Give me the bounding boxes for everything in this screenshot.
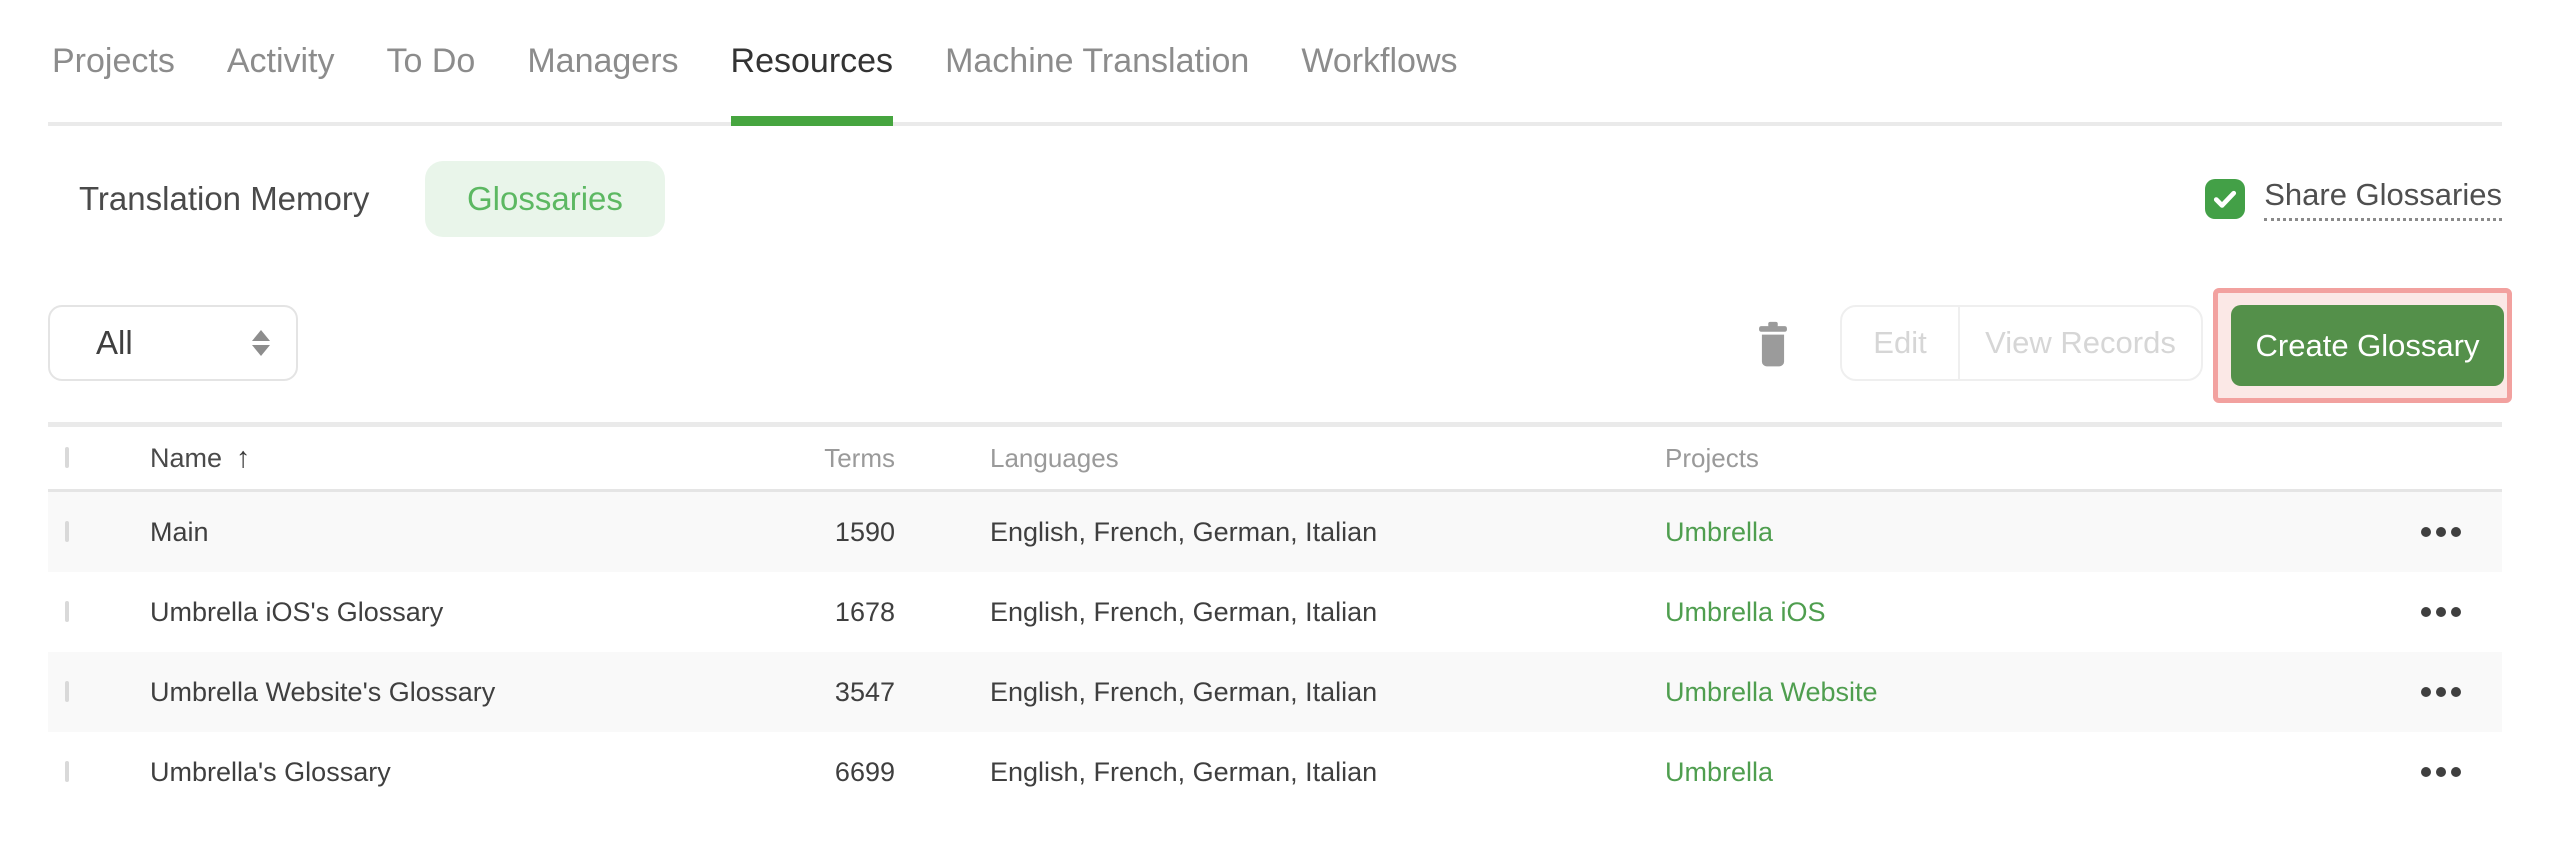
glossary-terms-count: 1590 — [834, 516, 895, 547]
glossary-actions-group: Edit View Records — [1840, 305, 2203, 381]
select-sorter-icon — [252, 330, 270, 356]
row-actions-ellipsis-icon[interactable] — [2417, 677, 2465, 707]
delete-glossary-button[interactable] — [1753, 320, 1793, 368]
glossary-name: Umbrella Website's Glossary — [150, 676, 496, 707]
share-glossaries-label: Share Glossaries — [2264, 177, 2502, 221]
create-glossary-highlight-annotation: Create Glossary — [2213, 288, 2512, 403]
glossary-name: Umbrella iOS's Glossary — [150, 596, 444, 627]
tab-machine-translation-label: Machine Translation — [945, 41, 1250, 80]
tab-resources-label: Resources — [730, 41, 894, 80]
active-tab-underline — [730, 116, 894, 126]
subtab-glossaries[interactable]: Glossaries — [425, 161, 665, 237]
row-actions-ellipsis-icon[interactable] — [2417, 597, 2465, 627]
column-header-languages[interactable]: Languages — [895, 443, 1665, 474]
project-link[interactable]: Umbrella iOS — [1665, 597, 1826, 627]
tab-todo-label: To Do — [386, 41, 476, 80]
table-header-row: Name ↑ Terms Languages Projects — [48, 427, 2502, 492]
share-glossaries-toggle[interactable]: Share Glossaries — [2205, 161, 2502, 237]
glossary-name: Main — [150, 516, 209, 547]
glossary-languages: English, French, German, Italian — [990, 676, 1378, 707]
glossary-languages: English, French, German, Italian — [990, 756, 1378, 787]
row-checkbox[interactable] — [65, 601, 69, 622]
column-header-name[interactable]: Name ↑ — [140, 442, 700, 475]
row-checkbox[interactable] — [65, 761, 69, 782]
row-checkbox[interactable] — [65, 681, 69, 702]
row-checkbox[interactable] — [65, 521, 69, 542]
tab-machine-translation[interactable]: Machine Translation — [945, 0, 1249, 122]
select-all-checkbox[interactable] — [65, 447, 69, 468]
tab-managers-label: Managers — [527, 41, 679, 80]
tab-workflows[interactable]: Workflows — [1301, 0, 1457, 122]
share-glossaries-checkbox[interactable] — [2205, 179, 2246, 219]
resources-subtabs: Translation Memory Glossaries Share Glos… — [48, 161, 2502, 237]
subtab-translation-memory[interactable]: Translation Memory — [79, 161, 369, 237]
glossaries-toolbar: All Edit View Records Create Glossary — [48, 288, 2512, 403]
tab-activity[interactable]: Activity — [227, 0, 335, 122]
table-row: Umbrella Website's Glossary 3547 English… — [48, 652, 2502, 732]
trash-icon — [1759, 321, 1787, 367]
glossary-languages: English, French, German, Italian — [990, 596, 1378, 627]
column-header-terms[interactable]: Terms — [700, 443, 895, 474]
checkmark-icon — [2214, 190, 2237, 208]
glossary-terms-count: 6699 — [834, 756, 895, 787]
glossary-terms-count: 1678 — [834, 596, 895, 627]
glossary-filter-value: All — [96, 324, 133, 361]
table-row: Main 1590 English, French, German, Itali… — [48, 492, 2502, 572]
create-glossary-button[interactable]: Create Glossary — [2231, 305, 2504, 386]
table-row: Umbrella iOS's Glossary 1678 English, Fr… — [48, 572, 2502, 652]
glossaries-table: Name ↑ Terms Languages Projects Main 159… — [48, 422, 2502, 812]
tab-activity-label: Activity — [226, 41, 335, 80]
row-actions-ellipsis-icon[interactable] — [2417, 757, 2465, 787]
project-link[interactable]: Umbrella Website — [1665, 677, 1878, 707]
sort-ascending-icon: ↑ — [236, 441, 251, 474]
project-link[interactable]: Umbrella — [1665, 517, 1773, 547]
tab-resources[interactable]: Resources — [730, 0, 894, 126]
glossary-filter-select[interactable]: All — [48, 305, 298, 381]
view-records-button[interactable]: View Records — [1958, 307, 2201, 379]
project-link[interactable]: Umbrella — [1665, 757, 1773, 787]
tab-projects-label: Projects — [52, 41, 175, 80]
tab-todo[interactable]: To Do — [387, 0, 476, 122]
column-header-name-label: Name — [150, 442, 223, 473]
column-header-projects[interactable]: Projects — [1665, 443, 2380, 474]
table-row: Umbrella's Glossary 6699 English, French… — [48, 732, 2502, 812]
glossary-terms-count: 3547 — [834, 676, 895, 707]
row-actions-ellipsis-icon[interactable] — [2417, 517, 2465, 547]
tab-workflows-label: Workflows — [1301, 41, 1458, 80]
glossary-languages: English, French, German, Italian — [990, 516, 1378, 547]
edit-button[interactable]: Edit — [1842, 307, 1958, 379]
tab-managers[interactable]: Managers — [527, 0, 678, 122]
top-navigation: Projects Activity To Do Managers Resourc… — [48, 0, 2502, 126]
tab-projects[interactable]: Projects — [52, 0, 175, 122]
glossary-name: Umbrella's Glossary — [150, 756, 391, 787]
